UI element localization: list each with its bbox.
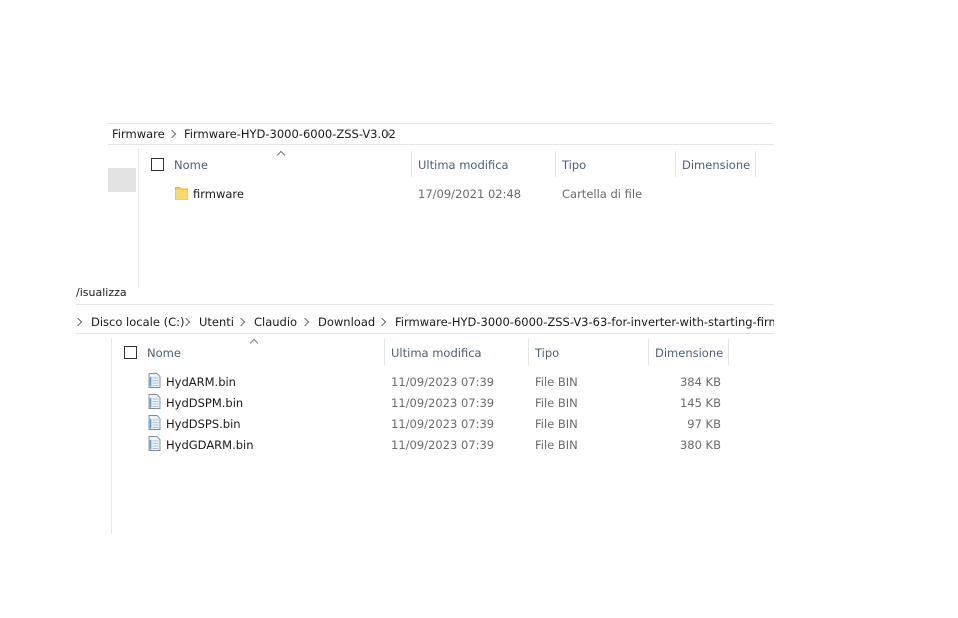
breadcrumb-item-download[interactable]: Download bbox=[318, 315, 375, 329]
address-bar-bottom-border bbox=[108, 144, 774, 145]
column-header-type[interactable]: Tipo bbox=[535, 346, 559, 360]
column-header-name[interactable]: Nome bbox=[174, 158, 208, 172]
file-size: 97 KB bbox=[687, 417, 721, 431]
chevron-right-icon[interactable] bbox=[377, 317, 387, 327]
column-divider[interactable] bbox=[755, 151, 756, 177]
breadcrumb-item-current-folder[interactable]: Firmware-HYD-3000-6000-ZSS-V3.02 bbox=[184, 127, 396, 141]
address-bar-top-border bbox=[108, 123, 774, 124]
column-divider[interactable] bbox=[728, 339, 729, 365]
column-header-size[interactable]: Dimensione bbox=[655, 346, 723, 360]
select-all-checkbox[interactable] bbox=[151, 158, 164, 171]
column-header-size[interactable]: Dimensione bbox=[682, 158, 750, 172]
file-modified: 11/09/2023 07:39 bbox=[391, 375, 495, 389]
file-name: HydDSPM.bin bbox=[166, 396, 244, 410]
bin-file-icon bbox=[148, 394, 161, 409]
file-size: 384 KB bbox=[679, 375, 721, 389]
breadcrumb-item-current-folder[interactable]: Firmware-HYD-3000-6000-ZSS-V3-63-for-inv… bbox=[395, 315, 774, 329]
breadcrumb-item-firmware[interactable]: Firmware bbox=[112, 127, 165, 141]
select-all-checkbox[interactable] bbox=[124, 346, 137, 359]
column-header-modified[interactable]: Ultima modifica bbox=[418, 158, 509, 172]
file-modified: 11/09/2023 07:39 bbox=[391, 438, 495, 452]
nav-pane-divider bbox=[111, 338, 112, 534]
file-name: HydDSPS.bin bbox=[166, 417, 241, 431]
file-name: firmware bbox=[193, 187, 244, 201]
file-type: File BIN bbox=[535, 438, 578, 452]
column-divider[interactable] bbox=[528, 339, 529, 365]
breadcrumb-item-utenti[interactable]: Utenti bbox=[199, 315, 234, 329]
file-type: Cartella di file bbox=[562, 187, 643, 201]
chevron-right-icon[interactable] bbox=[236, 317, 246, 327]
sort-ascending-icon bbox=[276, 150, 286, 160]
file-size: 145 KB bbox=[679, 396, 721, 410]
file-modified: 11/09/2023 07:39 bbox=[391, 396, 495, 410]
file-name: HydGDARM.bin bbox=[166, 438, 254, 452]
file-type: File BIN bbox=[535, 417, 578, 431]
column-divider[interactable] bbox=[411, 151, 412, 177]
file-modified: 17/09/2021 02:48 bbox=[418, 187, 522, 201]
column-header-type[interactable]: Tipo bbox=[562, 158, 586, 172]
ribbon-tab-visualizza[interactable]: /isualizza bbox=[76, 286, 127, 299]
file-type: File BIN bbox=[535, 375, 578, 389]
sort-ascending-icon bbox=[249, 338, 259, 348]
column-header-name[interactable]: Nome bbox=[147, 346, 181, 360]
chevron-right-icon[interactable] bbox=[73, 317, 83, 327]
column-divider[interactable] bbox=[384, 339, 385, 365]
chevron-right-icon[interactable] bbox=[167, 129, 177, 139]
address-bar-bottom-border bbox=[76, 333, 774, 334]
file-size: 380 KB bbox=[679, 438, 721, 452]
nav-pane-selected-item[interactable] bbox=[108, 168, 136, 192]
folder-icon bbox=[175, 187, 188, 200]
bin-file-icon bbox=[148, 415, 161, 430]
column-header-modified[interactable]: Ultima modifica bbox=[391, 346, 482, 360]
breadcrumb-item-claudio[interactable]: Claudio bbox=[254, 315, 297, 329]
column-divider[interactable] bbox=[675, 151, 676, 177]
file-name: HydARM.bin bbox=[166, 375, 236, 389]
file-type: File BIN bbox=[535, 396, 578, 410]
address-bar-top-border bbox=[76, 304, 774, 305]
breadcrumb-item-drive[interactable]: Disco locale (C:) bbox=[91, 315, 184, 329]
column-divider[interactable] bbox=[555, 151, 556, 177]
column-divider[interactable] bbox=[648, 339, 649, 365]
nav-pane-divider bbox=[138, 148, 139, 288]
bin-file-icon bbox=[148, 436, 161, 451]
chevron-right-icon[interactable] bbox=[300, 317, 310, 327]
file-modified: 11/09/2023 07:39 bbox=[391, 417, 495, 431]
bin-file-icon bbox=[148, 373, 161, 388]
